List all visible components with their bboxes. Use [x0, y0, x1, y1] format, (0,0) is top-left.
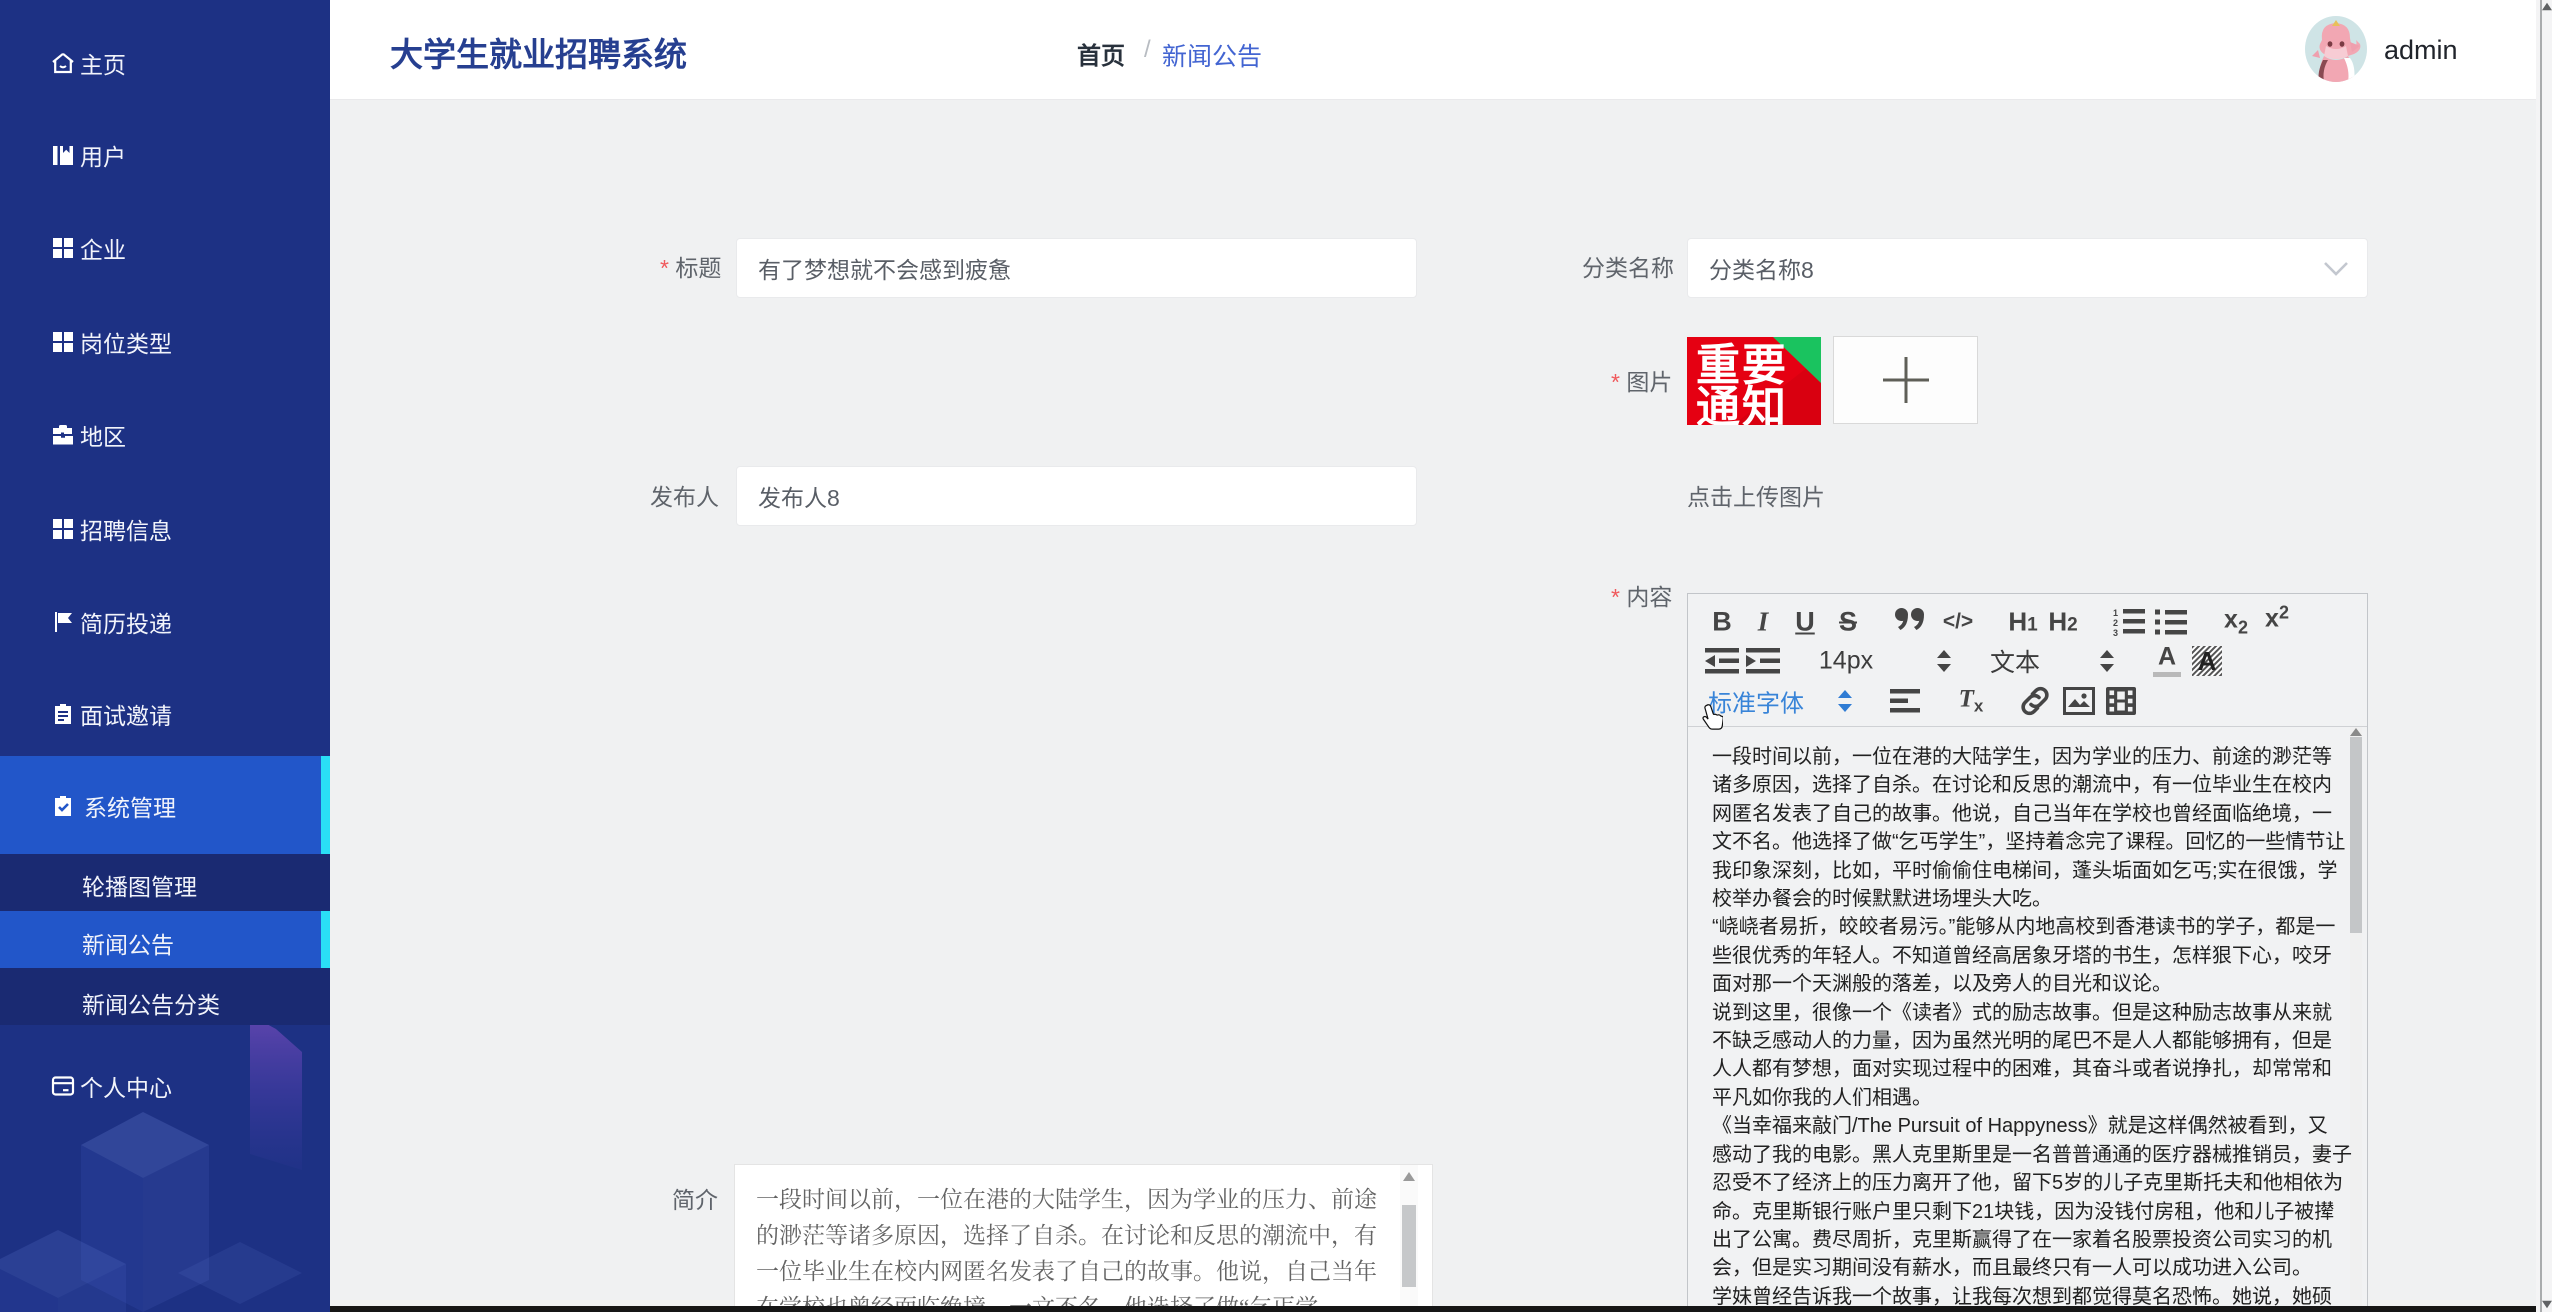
svg-text:A: A — [2198, 646, 2217, 676]
svg-text:2: 2 — [2113, 618, 2118, 628]
svg-text:3: 3 — [2113, 628, 2118, 636]
svg-text:通知: 通知 — [1696, 383, 1788, 425]
svg-text:1: 1 — [2113, 608, 2118, 618]
